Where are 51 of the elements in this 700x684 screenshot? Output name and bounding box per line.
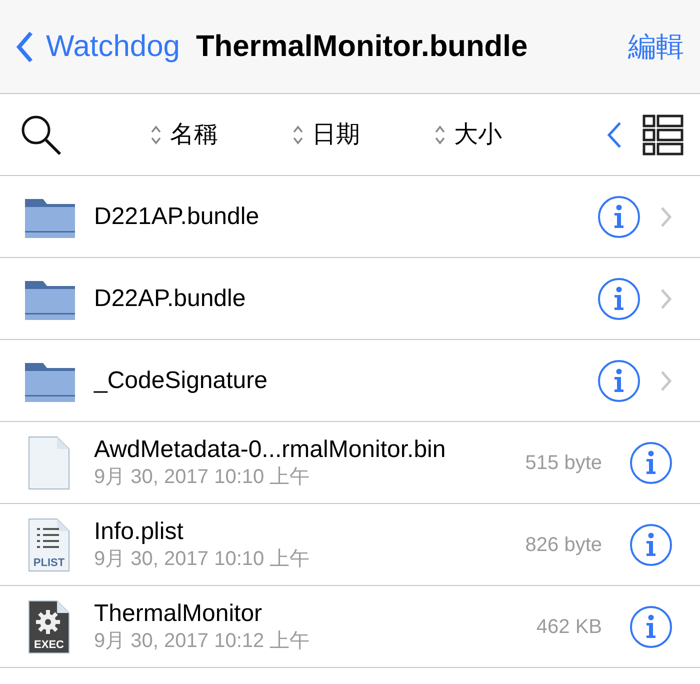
file-date: 9月 30, 2017 10:10 上午 [94,465,311,490]
list-document-icon [28,518,70,572]
info-button[interactable] [630,606,672,648]
document-icon [28,436,70,490]
folder-name: D22AP.bundle [94,284,246,314]
file-type-label: EXEC [33,640,65,650]
folder-row[interactable]: D22AP.bundle [0,258,700,340]
gear-document-icon [28,600,70,654]
file-size: 462 KB [536,614,602,640]
sort-option[interactable]: 大小 [434,116,502,152]
file-row[interactable]: PLIST Info.plist 9月 30, 2017 10:10 上午 826 byte [0,504,700,586]
info-button[interactable] [598,196,640,238]
file-date: 9月 30, 2017 10:10 上午 [94,547,310,572]
sort-option[interactable]: 日期 [292,116,360,152]
sort-arrows-icon [292,124,304,146]
back-chevron-icon [16,30,34,62]
file-size: 515 byte [525,450,602,476]
file-name: ThermalMonitor [94,599,264,629]
back-button[interactable]: Watchdog [16,24,180,69]
info-icon [612,368,626,394]
folder-name: _CodeSignature [94,366,268,396]
file-name: AwdMetadata-0...rmalMonitor.bin [94,435,446,465]
sort-arrows-icon [150,124,162,146]
chevron-right-icon [660,206,672,228]
grid-list-icon[interactable] [642,114,684,156]
file-name: Info.plist [94,517,184,547]
file-size: 826 byte [525,532,602,558]
window-title: ThermalMonitor.bundle [196,29,528,65]
folder-row[interactable]: _CodeSignature [0,340,700,422]
folder-row[interactable]: D221AP.bundle [0,176,700,258]
info-button[interactable] [630,442,672,484]
file-row[interactable]: AwdMetadata-0...rmalMonitor.bin 9月 30, 2017 10:10 上午 515 byte [0,422,700,504]
chevron-right-icon [660,370,672,392]
info-icon [644,532,658,558]
edit-button[interactable]: 編輯 [628,26,684,68]
info-button[interactable] [598,360,640,402]
file-type-label: PLIST [32,558,66,568]
folder-name: D221AP.bundle [94,202,260,232]
info-button[interactable] [598,278,640,320]
sort-arrows-icon [434,124,446,146]
info-icon [612,204,626,230]
info-icon [612,286,626,312]
file-date: 9月 30, 2017 10:12 上午 [94,629,310,654]
info-icon [644,450,658,476]
file-row[interactable]: EXEC ThermalMonitor 9月 30, 2017 10:12 上午 462 KB [0,586,700,668]
search-icon[interactable] [20,114,62,156]
info-button[interactable] [630,524,672,566]
chevron-left-icon[interactable] [606,120,622,148]
sort-option[interactable]: 名稱 [150,116,218,152]
info-icon [644,614,658,640]
chevron-right-icon [660,288,672,310]
